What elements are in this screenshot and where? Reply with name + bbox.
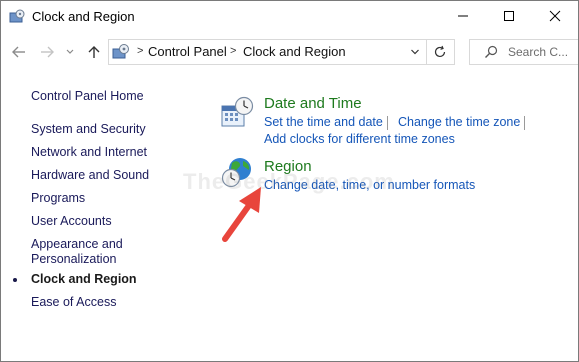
maximize-icon bbox=[504, 11, 514, 21]
refresh-icon bbox=[434, 45, 446, 58]
control-panel-window: Clock and Region > Control Panel > Clock… bbox=[0, 0, 579, 362]
date-and-time-heading[interactable]: Date and Time bbox=[264, 95, 362, 112]
maximize-button[interactable] bbox=[486, 1, 532, 31]
sidebar-item-user-accounts[interactable]: User Accounts bbox=[31, 214, 112, 229]
forward-arrow-icon bbox=[41, 46, 54, 58]
search-box[interactable] bbox=[469, 39, 578, 65]
set-time-and-date-link[interactable]: Set the time and date bbox=[264, 115, 383, 129]
change-time-zone-link[interactable]: Change the time zone bbox=[398, 115, 520, 129]
sidebar-item-ease-of-access[interactable]: Ease of Access bbox=[31, 295, 116, 310]
link-separator bbox=[524, 116, 525, 130]
calendar-clock-icon[interactable] bbox=[220, 96, 254, 135]
recent-locations-button[interactable] bbox=[62, 41, 78, 63]
minimize-icon bbox=[458, 15, 468, 17]
breadcrumb-control-panel[interactable]: Control Panel bbox=[148, 44, 227, 59]
sidebar-item-appearance-and-personalization[interactable]: Appearance and bbox=[31, 237, 123, 252]
forward-button[interactable] bbox=[36, 41, 58, 63]
breadcrumb-separator[interactable]: > bbox=[230, 45, 236, 57]
sidebar-item-clock-and-region: Clock and Region bbox=[31, 272, 137, 286]
chevron-down-icon bbox=[411, 49, 419, 55]
address-dropdown-button[interactable] bbox=[405, 42, 425, 62]
control-panel-icon bbox=[112, 43, 130, 61]
chevron-down-icon bbox=[66, 49, 74, 54]
address-bar[interactable]: > Control Panel > Clock and Region bbox=[108, 39, 427, 65]
up-button[interactable] bbox=[83, 41, 105, 63]
sidebar-item-network-and-internet[interactable]: Network and Internet bbox=[31, 145, 147, 160]
back-button[interactable] bbox=[8, 41, 30, 63]
sidebar-item-control-panel-home[interactable]: Control Panel Home bbox=[31, 89, 144, 104]
back-arrow-icon bbox=[12, 46, 25, 58]
refresh-button[interactable] bbox=[426, 39, 455, 65]
breadcrumb-separator[interactable]: > bbox=[137, 45, 143, 57]
control-panel-icon bbox=[9, 9, 25, 25]
add-clocks-link[interactable]: Add clocks for different time zones bbox=[264, 132, 455, 146]
link-separator bbox=[387, 116, 388, 130]
minimize-button[interactable] bbox=[440, 1, 486, 31]
close-icon bbox=[549, 10, 561, 22]
search-icon bbox=[485, 45, 498, 58]
breadcrumb-clock-and-region[interactable]: Clock and Region bbox=[243, 44, 346, 59]
up-arrow-icon bbox=[88, 46, 100, 58]
sidebar-item-system-and-security[interactable]: System and Security bbox=[31, 122, 146, 137]
search-input[interactable] bbox=[508, 43, 578, 60]
title-bar: Clock and Region bbox=[1, 1, 578, 33]
sidebar-item-appearance-and-personalization-line2[interactable]: Personalization bbox=[31, 252, 116, 267]
current-page-bullet bbox=[13, 278, 17, 282]
watermark: TheGeekPage.com bbox=[183, 169, 395, 194]
close-button[interactable] bbox=[532, 1, 578, 31]
sidebar-item-programs[interactable]: Programs bbox=[31, 191, 85, 206]
window-title: Clock and Region bbox=[32, 9, 135, 24]
sidebar-item-hardware-and-sound[interactable]: Hardware and Sound bbox=[31, 168, 149, 183]
